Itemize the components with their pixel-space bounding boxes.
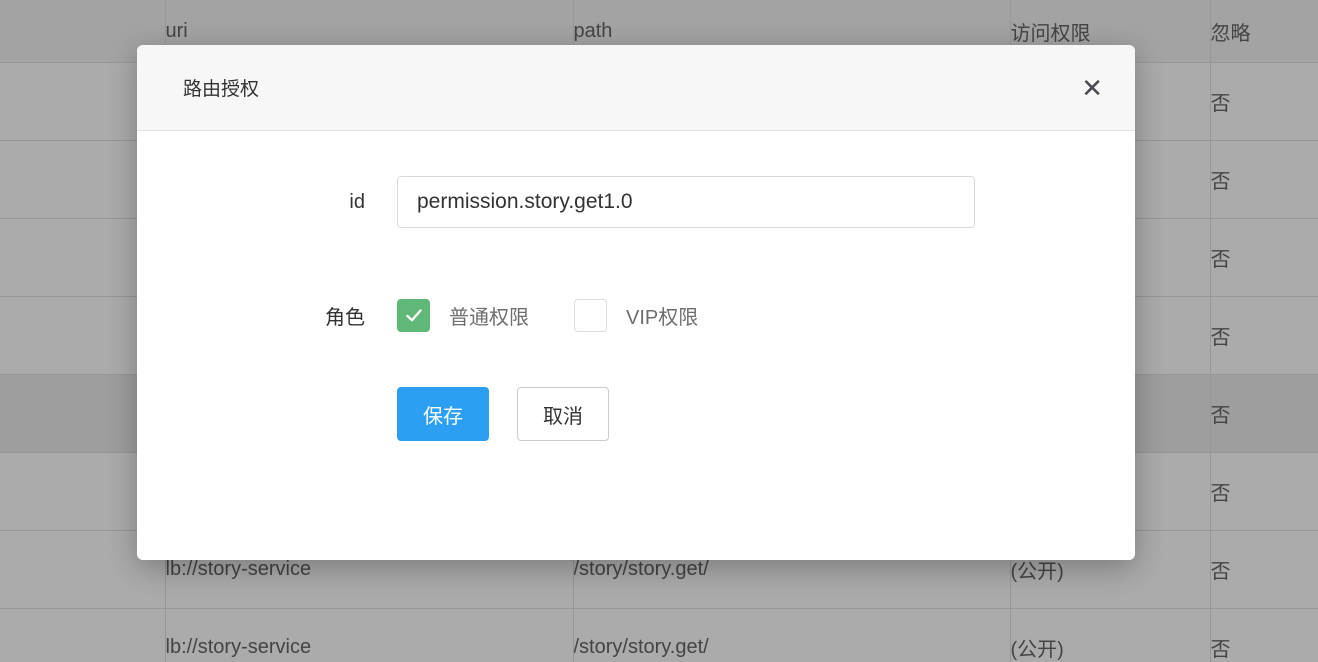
- vip-permission-label: VIP权限: [626, 301, 698, 330]
- id-field-label: id: [137, 191, 365, 214]
- role-checkbox-group: 普通权限 VIP权限: [397, 299, 698, 332]
- page: uri path 访问权限 忽略 (公开)否(公开)否(公开)否(公开)否需要授…: [0, 0, 1318, 662]
- modal-header: 路由授权 ✕: [137, 45, 1135, 131]
- cancel-button[interactable]: 取消: [517, 387, 609, 441]
- modal-title: 路由授权: [183, 74, 259, 101]
- normal-permission-label: 普通权限: [449, 301, 529, 330]
- role-field-row: 角色 普通权限 VIP权限: [137, 299, 1135, 332]
- check-icon: [406, 309, 422, 322]
- close-icon[interactable]: ✕: [1081, 75, 1103, 101]
- checkbox-normal-permission[interactable]: [397, 299, 430, 332]
- route-auth-modal: 路由授权 ✕ id 角色 普通权限: [137, 45, 1135, 560]
- role-field-label: 角色: [137, 301, 365, 330]
- modal-actions-row: 保存 取消: [137, 387, 1135, 441]
- checkbox-vip-permission[interactable]: [574, 299, 607, 332]
- modal-body: id 角色 普通权限 VIP: [137, 176, 1135, 441]
- save-button[interactable]: 保存: [397, 387, 489, 441]
- id-input[interactable]: [397, 176, 975, 228]
- id-field-row: id: [137, 176, 1135, 228]
